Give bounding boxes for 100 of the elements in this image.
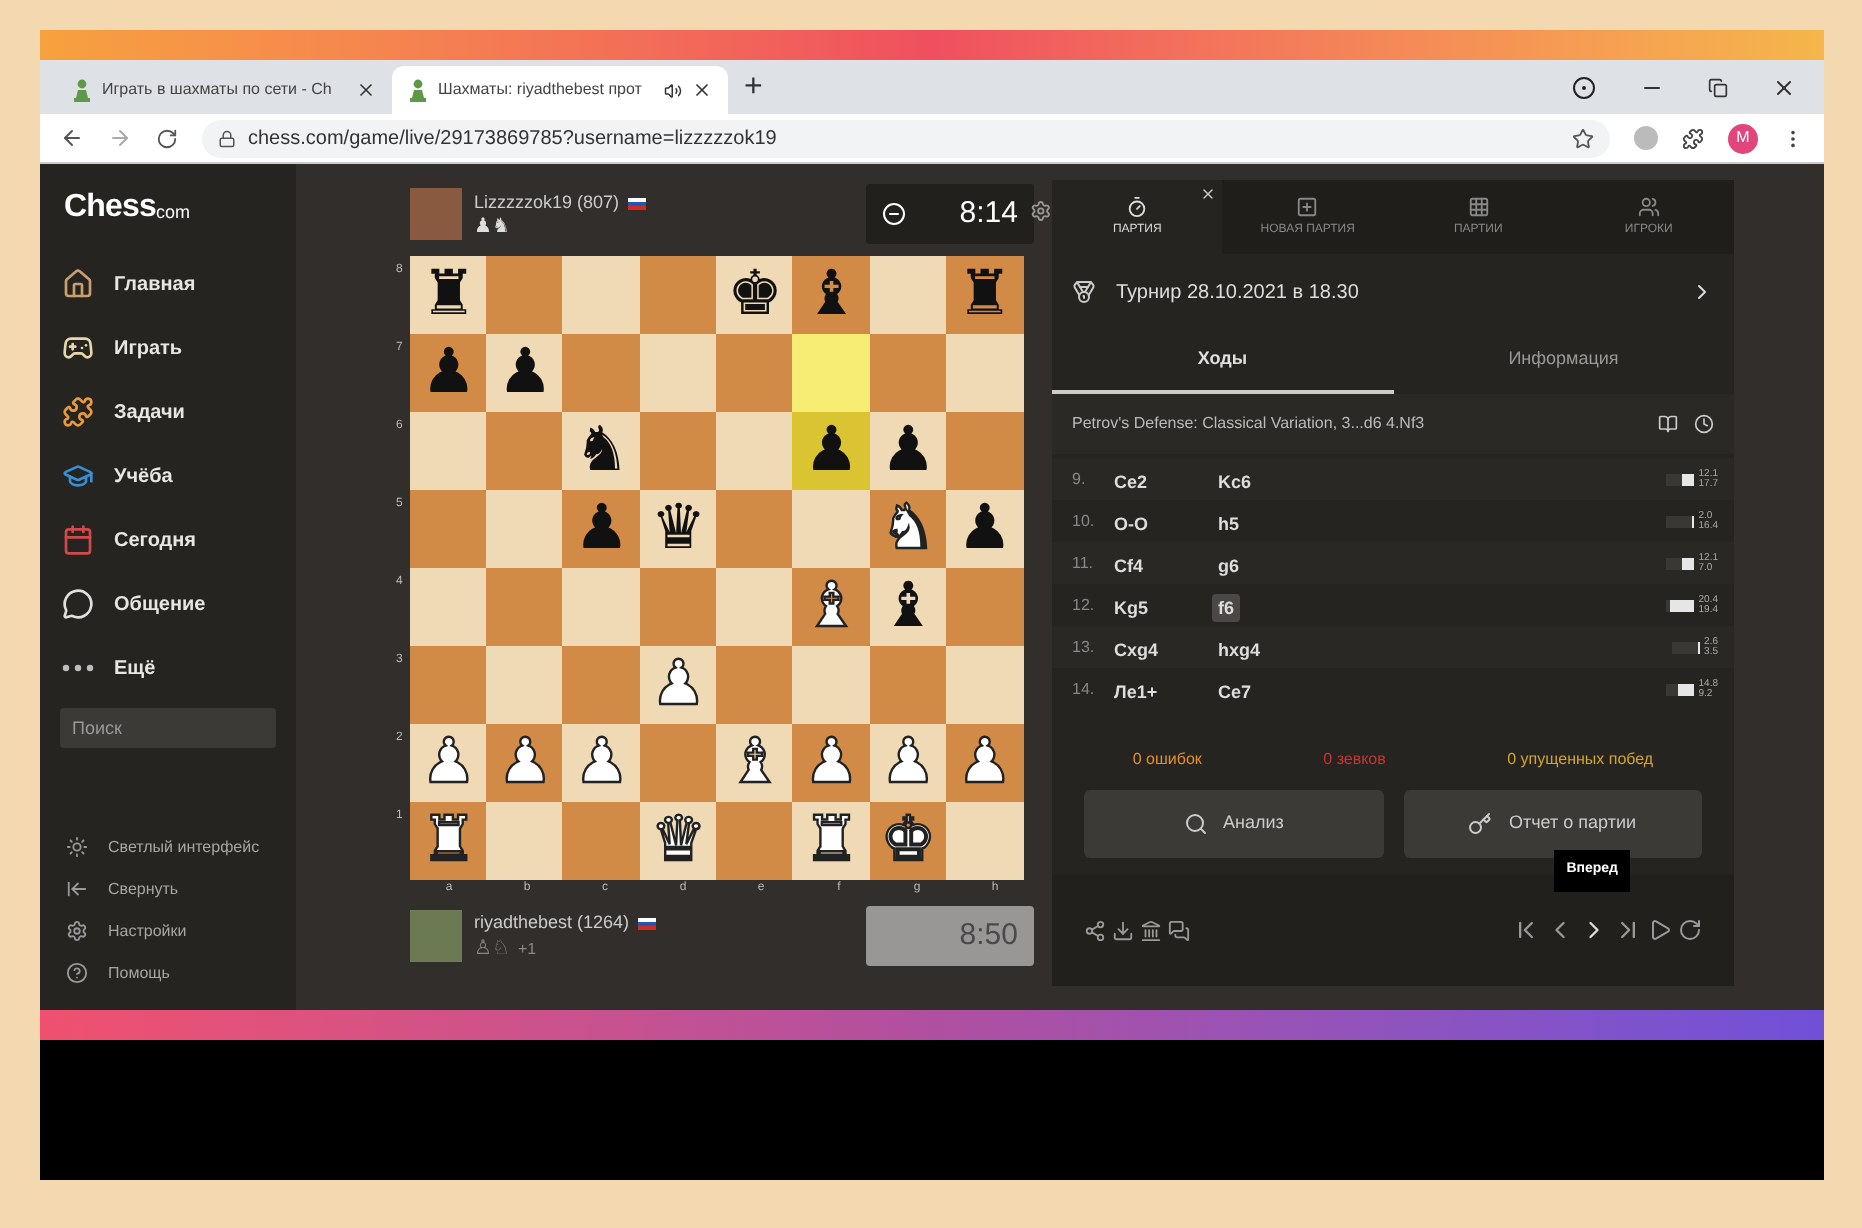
new-tab-button[interactable]: + xyxy=(728,71,779,103)
board-square[interactable] xyxy=(639,256,718,334)
board-square[interactable] xyxy=(716,334,795,412)
sidebar-footer-item[interactable]: Помощь xyxy=(108,961,170,985)
chat-icon[interactable] xyxy=(1168,919,1190,941)
board-square[interactable]: ♟ xyxy=(409,334,488,412)
reload-icon[interactable] xyxy=(156,127,178,149)
board-square[interactable]: ♜ xyxy=(409,256,488,334)
board-square[interactable] xyxy=(409,568,488,646)
sidebar-item[interactable]: Главная xyxy=(114,269,196,299)
board-square[interactable] xyxy=(486,646,565,724)
move-cell[interactable]: Kg5 xyxy=(1108,593,1155,621)
chess-piece[interactable]: ♟ xyxy=(497,342,554,404)
extension-icon[interactable] xyxy=(1634,126,1658,150)
board-square[interactable] xyxy=(716,490,795,568)
close-icon[interactable] xyxy=(1772,75,1796,99)
move-cell[interactable]: Ce2 xyxy=(1108,467,1154,495)
chess-piece[interactable]: ♞ xyxy=(574,420,630,482)
back-icon[interactable] xyxy=(60,126,84,150)
board-square[interactable]: ♜ xyxy=(945,256,1024,334)
board-square[interactable] xyxy=(486,568,565,646)
search-field[interactable]: Поиск xyxy=(60,708,276,748)
move-cell[interactable]: g6 xyxy=(1212,551,1246,579)
board-square[interactable]: ♟ xyxy=(945,490,1024,568)
building-icon[interactable] xyxy=(1140,919,1162,941)
address-field[interactable]: chess.com/game/live/29173869785?username=lizzzzzok19 xyxy=(202,119,1610,157)
move-cell[interactable]: Ce7 xyxy=(1212,677,1258,705)
chess-piece[interactable]: ♟ xyxy=(880,420,936,482)
chess-piece[interactable]: ♟ xyxy=(803,420,860,482)
close-icon[interactable] xyxy=(692,80,712,100)
record-icon[interactable] xyxy=(1572,75,1596,99)
board-square[interactable] xyxy=(639,724,718,802)
board-square[interactable] xyxy=(869,256,948,334)
sidebar-footer-item[interactable]: Настройки xyxy=(108,919,187,943)
panel-action-button[interactable]: Анализ xyxy=(1084,790,1383,858)
chess-piece[interactable]: ♚ xyxy=(727,264,783,326)
board-square[interactable]: ♛ xyxy=(639,490,718,568)
share-icon[interactable] xyxy=(1084,919,1106,941)
sidebar-item[interactable]: Общение xyxy=(114,589,206,619)
board-square[interactable] xyxy=(869,646,948,724)
book-icon[interactable] xyxy=(1658,414,1678,434)
star-icon[interactable] xyxy=(1572,127,1594,149)
chess-piece[interactable]: ♜ xyxy=(420,264,477,326)
board-square[interactable]: ♝ xyxy=(869,568,948,646)
board-square[interactable] xyxy=(869,334,948,412)
board-square[interactable]: ♞ xyxy=(562,412,641,490)
sidebar-footer-item[interactable]: Свернуть xyxy=(108,877,179,901)
board-square[interactable] xyxy=(409,412,488,490)
player-name[interactable]: riyadthebest (1264) xyxy=(474,909,630,937)
board-square[interactable] xyxy=(639,412,718,490)
move-cell[interactable]: Cf4 xyxy=(1108,551,1150,579)
chess-piece[interactable]: ♟ xyxy=(957,498,1013,560)
board-square[interactable] xyxy=(486,802,565,880)
board-square[interactable]: ♚ xyxy=(716,256,795,334)
sidebar-item[interactable]: Играть xyxy=(114,333,183,363)
sidebar-footer-item[interactable]: Светлый интерфейс xyxy=(108,835,260,859)
move-cell[interactable]: f6 xyxy=(1212,593,1241,621)
move-cell[interactable]: Cxg4 xyxy=(1108,635,1165,663)
browser-tab[interactable]: Играть в шахматы по сети - Ch xyxy=(56,66,392,114)
board-square[interactable] xyxy=(716,646,795,724)
board-square[interactable] xyxy=(486,490,565,568)
board-square[interactable] xyxy=(639,334,718,412)
forward-icon[interactable] xyxy=(108,126,132,150)
settings-icon[interactable] xyxy=(1030,200,1052,222)
move-cell[interactable]: hxg4 xyxy=(1212,635,1267,663)
panel-action-button[interactable]: Отчет о партии xyxy=(1403,790,1702,858)
puzzle-icon[interactable] xyxy=(1682,127,1704,149)
sub-tab[interactable]: Информация xyxy=(1393,330,1734,394)
speaker-icon[interactable] xyxy=(664,81,682,99)
board-square[interactable]: ♟ xyxy=(486,334,565,412)
sidebar-item[interactable]: Учёба xyxy=(114,461,173,491)
chess-piece[interactable]: ♟ xyxy=(574,498,630,560)
board-square[interactable] xyxy=(716,568,795,646)
close-icon[interactable] xyxy=(1200,186,1217,202)
board-square[interactable] xyxy=(716,802,795,880)
player-name[interactable]: Lizzzzzok19 (807) xyxy=(474,189,620,217)
board-square[interactable] xyxy=(486,412,565,490)
browser-tab[interactable]: Шахматы: riyadthebest прот xyxy=(392,66,728,114)
board-square[interactable] xyxy=(409,646,488,724)
profile-avatar[interactable]: M xyxy=(1728,123,1758,153)
chess-piece[interactable]: ♝ xyxy=(880,576,936,638)
close-icon[interactable] xyxy=(356,80,376,100)
board-square[interactable] xyxy=(716,412,795,490)
download-icon[interactable] xyxy=(1112,919,1134,941)
sidebar-item[interactable]: Задачи xyxy=(114,397,185,427)
tournament-title[interactable]: Турнир 28.10.2021 в 18.30 xyxy=(1116,277,1670,307)
clock-icon[interactable] xyxy=(1694,414,1714,434)
chess-piece[interactable]: ♟ xyxy=(420,342,477,404)
board-square[interactable]: ♟ xyxy=(792,412,871,490)
move-cell[interactable]: Kc6 xyxy=(1212,467,1258,495)
board-square[interactable] xyxy=(639,568,718,646)
board-square[interactable] xyxy=(486,256,565,334)
board-square[interactable]: ♟ xyxy=(869,412,948,490)
chess-piece[interactable]: ♜ xyxy=(957,264,1013,326)
board-square[interactable]: ♟ xyxy=(562,490,641,568)
play-icon[interactable] xyxy=(1648,918,1672,942)
chess-piece[interactable]: ♝ xyxy=(803,264,860,326)
flip-icon[interactable] xyxy=(1678,918,1702,942)
board-square[interactable] xyxy=(409,490,488,568)
sidebar-item[interactable]: Ещё xyxy=(114,653,156,683)
